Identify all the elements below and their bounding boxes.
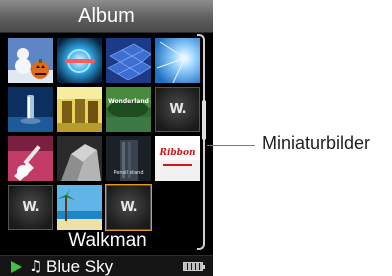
album-art xyxy=(8,87,53,132)
album-art: Ribbon xyxy=(155,136,200,181)
album-thumbnail[interactable] xyxy=(155,38,200,83)
album-thumbnail[interactable] xyxy=(106,38,151,83)
album-thumbnail[interactable] xyxy=(57,136,102,181)
walkman-logo-icon: W. xyxy=(169,102,186,117)
walkman-screen: Album Wonderland W. Pensil stand Ribbon … xyxy=(0,0,213,276)
album-thumbnail[interactable]: W. xyxy=(155,87,200,132)
album-thumbnail[interactable] xyxy=(57,38,102,83)
album-thumbnail[interactable] xyxy=(8,38,53,83)
walkman-logo-icon: W. xyxy=(22,200,39,215)
album-thumbnail[interactable] xyxy=(57,87,102,132)
now-playing-title: Blue Sky xyxy=(46,257,114,276)
scrollbar-thumb[interactable] xyxy=(202,100,206,140)
album-art xyxy=(155,38,200,83)
album-thumbnail[interactable]: Pensil stand xyxy=(106,136,151,181)
album-thumbnail[interactable]: W. xyxy=(8,185,53,230)
album-art xyxy=(57,87,102,132)
album-thumbnail[interactable] xyxy=(8,136,53,181)
music-note-icon: ♫ xyxy=(29,257,43,275)
album-art xyxy=(57,38,102,83)
walkman-logo-art: W. xyxy=(106,185,151,230)
album-art xyxy=(106,38,151,83)
callout-label: Miniaturbilder xyxy=(262,133,371,153)
thumbnail-caption: Wonderland xyxy=(108,98,149,105)
thumbnail-caption: Pensil stand xyxy=(113,170,143,176)
album-thumbnail[interactable]: Ribbon xyxy=(155,136,200,181)
callout-line xyxy=(207,145,255,146)
thumbnail-caption: Ribbon xyxy=(158,148,195,158)
album-thumbnail[interactable] xyxy=(57,185,102,230)
walkman-logo-art: W. xyxy=(155,87,200,132)
album-art xyxy=(8,38,53,83)
album-thumbnail[interactable]: Wonderland xyxy=(106,87,151,132)
walkman-logo-art: W. xyxy=(8,185,53,230)
album-art: Wonderland xyxy=(106,87,151,132)
album-art xyxy=(8,136,53,181)
album-art: Pensil stand xyxy=(106,136,151,181)
album-thumbnail[interactable] xyxy=(8,87,53,132)
album-thumbnail-grid: Wonderland W. Pensil stand Ribbon W. W. xyxy=(8,38,200,231)
album-art xyxy=(57,185,102,230)
walkman-logo-icon: W. xyxy=(120,200,137,215)
play-icon xyxy=(11,261,22,273)
scroll-bracket xyxy=(197,34,205,250)
now-playing-bar: ♫ Blue Sky xyxy=(0,255,213,276)
screen-title: Album xyxy=(0,0,213,33)
selected-album-name: Walkman xyxy=(68,230,147,251)
battery-icon xyxy=(183,262,205,271)
album-art xyxy=(57,136,102,181)
album-thumbnail-selected[interactable]: W. xyxy=(105,184,152,231)
